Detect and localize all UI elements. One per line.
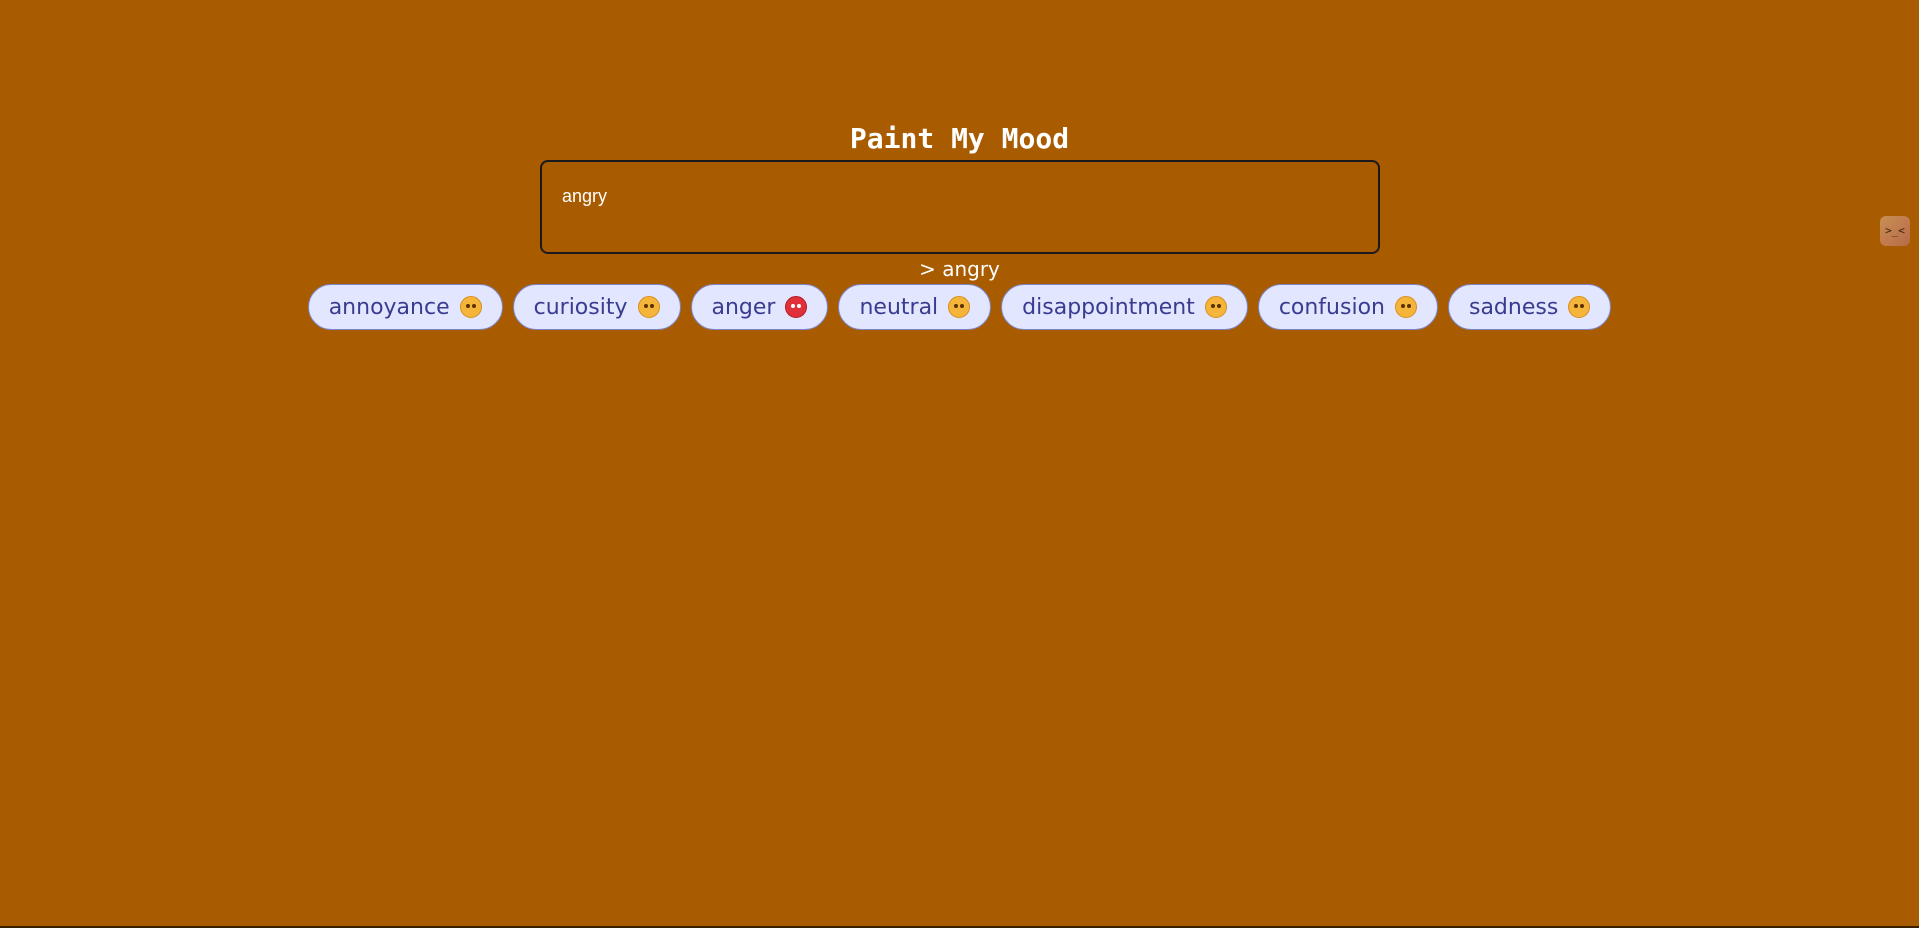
emotion-chip-annoyance[interactable]: annoyance — [307, 284, 503, 330]
emotion-chip-neutral[interactable]: neutral — [838, 284, 992, 330]
angry-red-face-icon — [785, 296, 808, 318]
disappointed-face-icon — [1204, 296, 1227, 318]
emotion-chip-disappointment[interactable]: disappointment — [1001, 284, 1248, 330]
thinking-face-icon — [637, 296, 660, 318]
emotion-chip-list: annoyance curiosity anger neutral disapp… — [0, 284, 1919, 330]
emotion-chip-label: sadness — [1468, 294, 1559, 320]
emotion-chip-confusion[interactable]: confusion — [1257, 284, 1438, 330]
emotion-chip-label: confusion — [1278, 294, 1385, 320]
page-title: Paint My Mood — [849, 122, 1070, 155]
emotion-chip-label: neutral — [859, 294, 939, 320]
confused-face-icon — [1394, 296, 1417, 318]
emotion-chip-curiosity[interactable]: curiosity — [512, 284, 681, 330]
emotion-chip-anger[interactable]: anger — [690, 284, 829, 330]
emotion-chip-label: annoyance — [328, 294, 450, 320]
page: Paint My Mood > angry annoyance curiosit… — [0, 0, 1919, 928]
mood-input[interactable] — [540, 160, 1380, 254]
emotion-chip-label: curiosity — [533, 294, 628, 320]
neutral-face-icon — [948, 296, 971, 318]
emotion-chip-label: anger — [711, 294, 776, 320]
annoyed-face-icon — [459, 296, 482, 318]
sad-face-icon — [1568, 296, 1591, 318]
emotion-chip-label: disappointment — [1022, 294, 1195, 320]
emotion-chip-sadness[interactable]: sadness — [1447, 284, 1612, 330]
mood-echo-text: > angry — [919, 257, 1000, 281]
extension-icon[interactable]: >_< — [1880, 216, 1910, 246]
